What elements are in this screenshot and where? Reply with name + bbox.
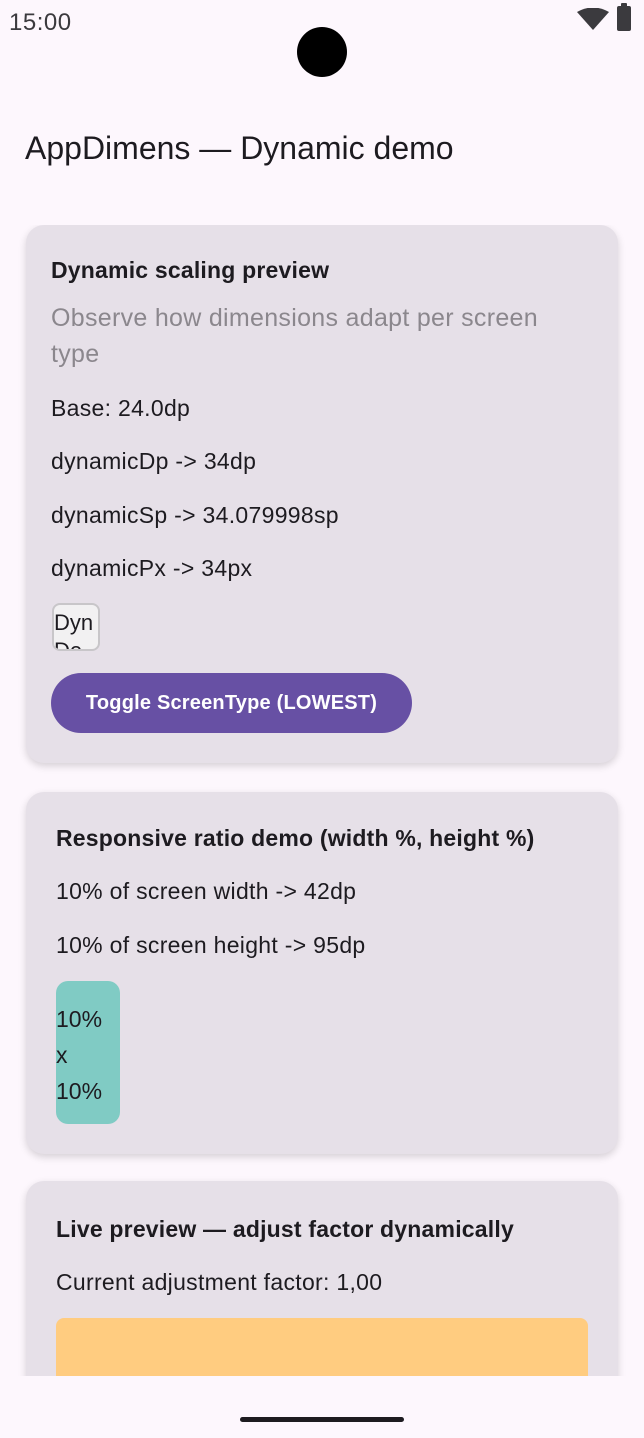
card-subtitle: Observe how dimensions adapt per screen … <box>51 304 538 368</box>
app-bar-title: AppDimens — Dynamic demo <box>25 130 454 166</box>
live-preview-card: Live preview — adjust factor dynamically… <box>26 1181 618 1376</box>
card-title: Live preview — adjust factor dynamically <box>56 1216 514 1242</box>
dynamic-scaling-card: Dynamic scaling preview Observe how dime… <box>26 225 618 763</box>
camera-cutout <box>297 27 347 77</box>
scroll-content[interactable]: Dynamic scaling preview Observe how dime… <box>0 225 644 1376</box>
dynamic-sample-box: Dyn Demo <box>52 603 100 651</box>
navigation-bar <box>0 1376 644 1438</box>
toggle-screentype-button[interactable]: Toggle ScreenType (LOWEST) <box>51 673 412 733</box>
responsive-ratio-card: Responsive ratio demo (width %, height %… <box>26 792 618 1154</box>
dynamic-sp-value: dynamicSp -> 34.079998sp <box>51 502 339 528</box>
live-preview-box <box>56 1318 588 1376</box>
card-title: Dynamic scaling preview <box>51 257 330 283</box>
ratio-box: 10% x 10% <box>56 981 120 1124</box>
height-percent-value: 10% of screen height -> 95dp <box>56 932 366 958</box>
battery-icon <box>617 3 631 31</box>
wifi-icon <box>577 8 609 30</box>
ratio-box-label: 10% x 10% <box>56 1006 103 1104</box>
dynamic-dp-value: dynamicDp -> 34dp <box>51 448 257 474</box>
adjustment-factor-value: Current adjustment factor: 1,00 <box>56 1269 383 1295</box>
width-percent-value: 10% of screen width -> 42dp <box>56 878 357 904</box>
dynamic-sample-text: Dyn Demo <box>54 610 94 651</box>
card-title: Responsive ratio demo (width %, height %… <box>56 825 535 851</box>
gesture-handle[interactable] <box>240 1417 404 1422</box>
dynamic-px-value: dynamicPx -> 34px <box>51 555 253 581</box>
status-time: 15:00 <box>9 9 72 36</box>
base-value: Base: 24.0dp <box>51 395 191 421</box>
